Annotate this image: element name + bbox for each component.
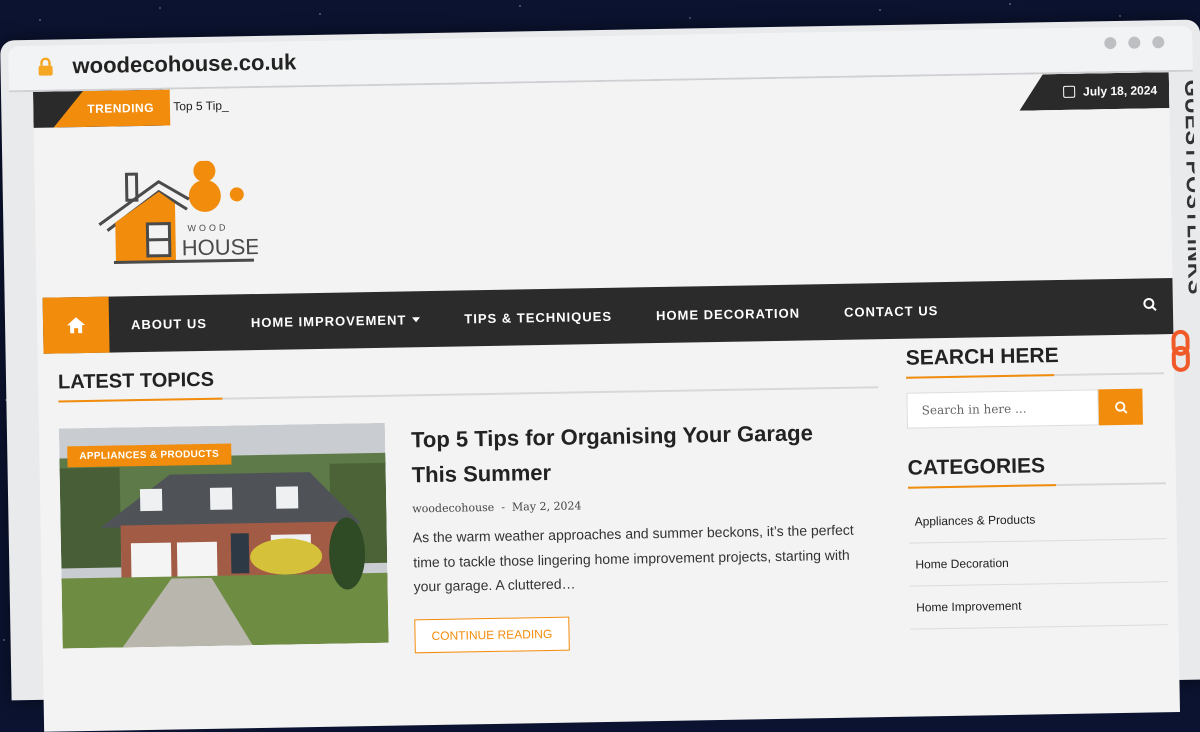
main-content: LATEST TOPICS (58, 357, 883, 658)
categories-widget-title: CATEGORIES (907, 452, 1165, 480)
search-icon (1114, 400, 1127, 413)
search-widget-title: SEARCH HERE (906, 342, 1164, 370)
logo-wordmark-main: HOUSE (182, 234, 259, 260)
category-link[interactable]: Home Improvement (910, 582, 1169, 629)
search-submit-button[interactable] (1098, 389, 1143, 426)
nav-about-us[interactable]: ABOUT US (131, 315, 207, 331)
continue-reading-button[interactable]: CONTINUE READING (414, 617, 569, 654)
nav-label: ABOUT US (131, 315, 207, 331)
title-underline (906, 372, 1164, 379)
category-list: Appliances & Products Home Decoration Ho… (908, 496, 1168, 629)
home-button[interactable] (43, 297, 110, 354)
window-controls (1104, 36, 1164, 49)
article-title[interactable]: Top 5 Tips for Organising Your Garage Th… (411, 415, 862, 493)
nav-label: HOME IMPROVEMENT (251, 312, 407, 330)
category-link[interactable]: Appliances & Products (908, 496, 1167, 543)
watermark-logo: GUESTPOSTLINKS (1163, 80, 1198, 380)
home-icon (66, 316, 86, 334)
nav-home-improvement[interactable]: HOME IMPROVEMENT (251, 312, 421, 330)
date-box: July 18, 2024 (1019, 72, 1170, 111)
meta-separator: - (501, 501, 505, 514)
nav-label: CONTACT US (844, 303, 939, 320)
current-date: July 18, 2024 (1083, 83, 1157, 98)
nav-label: TIPS & TECHNIQUES (464, 308, 612, 326)
article-thumbnail[interactable]: APPLIANCES & PRODUCTS (59, 423, 389, 649)
nav-contact-us[interactable]: CONTACT US (844, 303, 939, 320)
article-body: Top 5 Tips for Organising Your Garage Th… (411, 415, 865, 654)
article-card: APPLIANCES & PRODUCTS Top 5 Tips for Org… (59, 414, 883, 658)
nav-label: HOME DECORATION (656, 305, 800, 323)
window-dot[interactable] (1152, 36, 1164, 48)
nav-home-decoration[interactable]: HOME DECORATION (656, 305, 800, 323)
web-page: TRENDING Top 5 Tip_ July 18, 2024 WOOD (33, 72, 1180, 732)
category-link[interactable]: Home Decoration (909, 539, 1168, 586)
url-text: woodecohouse.co.uk (72, 49, 296, 79)
search-icon (1143, 297, 1157, 311)
search-input[interactable]: Search in here ... (906, 389, 1099, 428)
calendar-icon (1063, 86, 1075, 98)
article-excerpt: As the warm weather approaches and summe… (413, 518, 864, 599)
category-badge[interactable]: APPLIANCES & PRODUCTS (67, 444, 231, 468)
nav-tips-techniques[interactable]: TIPS & TECHNIQUES (464, 308, 612, 326)
title-underline (908, 482, 1166, 489)
article-meta: woodecohouse - May 2, 2024 (412, 495, 862, 516)
logo-wordmark-small: WOOD (187, 223, 228, 234)
site-header: WOOD HOUSE (34, 108, 1173, 298)
lock-icon (36, 58, 54, 76)
trending-ticker[interactable]: Top 5 Tip_ (173, 98, 229, 113)
window-dot[interactable] (1104, 37, 1116, 49)
sidebar: SEARCH HERE Search in here ... CATEGORIE… (906, 342, 1169, 629)
article-author[interactable]: woodecohouse (412, 501, 494, 515)
nav-search-button[interactable] (1143, 297, 1157, 316)
browser-window: woodecohouse.co.uk TRENDING Top 5 Tip_ J… (0, 20, 1200, 701)
window-dot[interactable] (1128, 37, 1140, 49)
search-form: Search in here ... (906, 388, 1165, 428)
chevron-down-icon (412, 317, 420, 322)
article-date: May 2, 2024 (512, 500, 582, 514)
site-logo[interactable]: WOOD HOUSE (96, 160, 258, 268)
watermark-text: GUESTPOSTLINKS (1180, 80, 1198, 296)
